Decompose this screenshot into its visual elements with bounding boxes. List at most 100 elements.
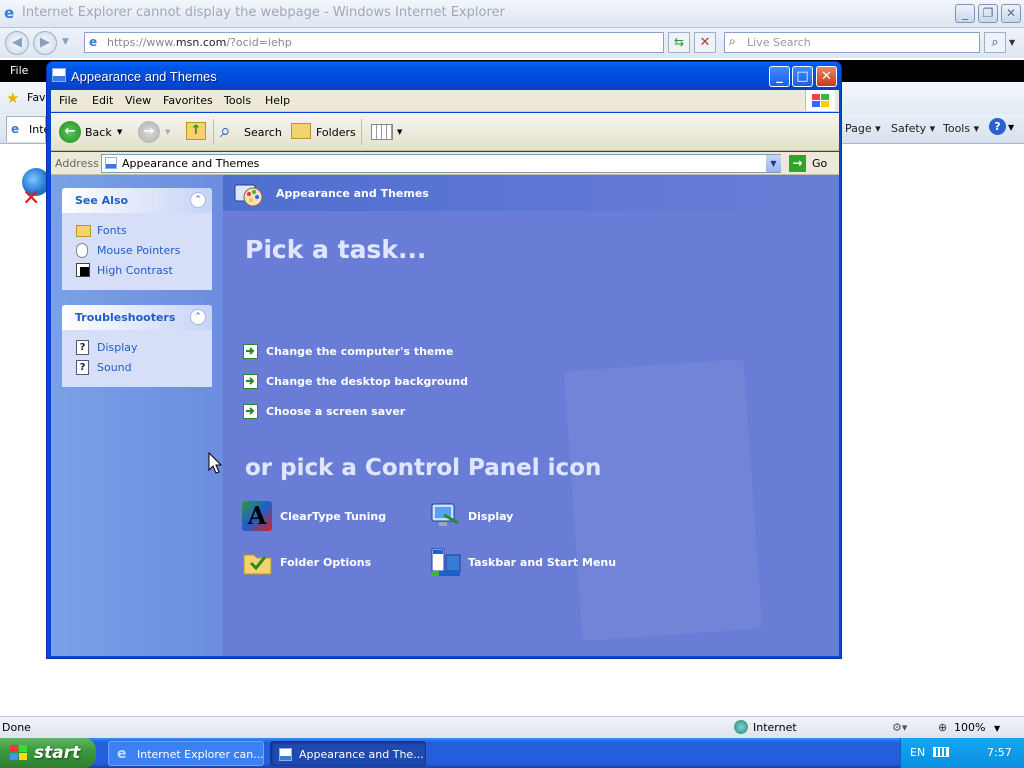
troubleshooter-display[interactable]: ? Display — [62, 338, 212, 358]
ie-menu-file[interactable]: File — [10, 64, 28, 77]
forward-dropdown-icon[interactable]: ▼ — [165, 128, 170, 136]
fonts-folder-icon — [76, 225, 91, 237]
troubleshooters-panel: Troubleshooters ⌃ ? Display ? Sound — [62, 305, 212, 387]
url-prefix: https://www. — [107, 36, 176, 49]
views-dropdown-icon[interactable]: ▼ — [397, 128, 402, 136]
help-question-icon: ? — [76, 340, 89, 355]
control-panel-icon — [105, 157, 117, 169]
back-button[interactable]: Back — [85, 126, 112, 139]
see-also-fonts[interactable]: Fonts — [62, 221, 212, 241]
collapse-chevron-icon[interactable]: ⌃ — [190, 192, 206, 208]
help-question-icon: ? — [76, 360, 89, 375]
address-dropdown-icon[interactable]: ▼ — [766, 155, 781, 172]
ie-search-button[interactable]: ⌕ — [984, 32, 1006, 53]
language-indicator[interactable]: EN — [910, 746, 925, 759]
ie-history-dropdown-icon[interactable]: ▼ — [62, 37, 69, 47]
url-host: msn.com — [175, 36, 227, 49]
menu-favorites[interactable]: Favorites — [163, 94, 213, 107]
task-label: Change the desktop background — [266, 375, 468, 388]
ie-page-menu[interactable]: Page ▾ — [845, 122, 881, 135]
cleartype-tuning-item[interactable]: A ClearType Tuning — [242, 501, 402, 535]
address-input[interactable]: Appearance and Themes ▼ — [101, 154, 781, 173]
ie-close-button[interactable]: ✕ — [1001, 4, 1021, 23]
menu-file[interactable]: File — [59, 94, 77, 107]
up-folder-icon[interactable]: ↑ — [186, 122, 206, 140]
folder-options-item[interactable]: Folder Options — [242, 547, 402, 581]
pick-icon-heading: or pick a Control Panel icon — [245, 455, 602, 481]
menu-tools[interactable]: Tools — [224, 94, 251, 107]
taskbar-item-ie[interactable]: e Internet Explorer can... — [108, 741, 264, 766]
display-item[interactable]: Display — [430, 501, 550, 535]
status-zoom[interactable]: 100% — [954, 721, 985, 734]
help-dropdown-icon[interactable]: ▼ — [1008, 123, 1014, 132]
window-menubar: File Edit View Favorites Tools Help — [51, 90, 839, 112]
help-icon[interactable]: ? — [989, 118, 1006, 135]
ie-back-button[interactable]: ◀ — [5, 31, 29, 55]
cp-icon-label: Display — [468, 510, 514, 523]
high-contrast-icon — [76, 263, 90, 277]
display-icon — [430, 501, 462, 531]
taskbar-item-appearance[interactable]: Appearance and The... — [270, 741, 426, 766]
search-magnifier-icon[interactable]: ⌕ — [220, 120, 242, 142]
control-panel-icon — [279, 748, 292, 761]
search-options-icon[interactable]: ▼ — [1009, 38, 1015, 47]
ie-minimize-button[interactable]: _ — [955, 4, 975, 23]
folders-button[interactable]: Folders — [316, 126, 356, 139]
protected-mode-icon[interactable]: ⚙▾ — [892, 721, 907, 734]
menu-edit[interactable]: Edit — [92, 94, 113, 107]
ie-tools-menu[interactable]: Tools ▾ — [943, 122, 979, 135]
task-screen-saver[interactable]: Choose a screen saver — [243, 404, 405, 422]
task-change-background[interactable]: Change the desktop background — [243, 374, 468, 392]
ie-address-input[interactable]: e https://www.msn.com/?ocid=iehp — [84, 32, 664, 53]
windows-logo-icon — [805, 90, 835, 111]
search-button[interactable]: Search — [244, 126, 282, 139]
folders-icon[interactable] — [291, 123, 311, 139]
troubleshooter-sound[interactable]: ? Sound — [62, 358, 212, 378]
task-change-theme[interactable]: Change the computer's theme — [243, 344, 453, 362]
keyboard-icon[interactable] — [933, 747, 949, 757]
minimize-button[interactable]: _ — [769, 66, 790, 87]
menu-help[interactable]: Help — [265, 94, 290, 107]
zoom-dropdown-icon[interactable]: ▼ — [994, 724, 1000, 733]
appearance-themes-icon — [233, 181, 265, 209]
taskbar-start-menu-item[interactable]: Taskbar and Start Menu — [430, 547, 630, 581]
menu-view[interactable]: View — [125, 94, 151, 107]
error-x-icon: ✕ — [22, 186, 41, 211]
go-arrow-icon[interactable]: → — [789, 155, 806, 172]
maximize-button[interactable]: □ — [792, 66, 813, 87]
see-also-mouse-pointers[interactable]: Mouse Pointers — [62, 241, 212, 261]
ie-restore-button[interactable]: ❐ — [978, 4, 998, 23]
go-button[interactable]: Go — [812, 157, 827, 170]
ie-forward-button[interactable]: ▶ — [33, 31, 57, 55]
views-icon[interactable] — [371, 124, 393, 140]
ie-favorites-label[interactable]: Fav — [27, 91, 46, 104]
ie-search-input[interactable]: ⌕ Live Search — [724, 32, 980, 53]
ie-logo-icon: e — [117, 746, 127, 762]
see-also-title: See Also — [75, 194, 129, 207]
ie-safety-menu[interactable]: Safety ▾ — [891, 122, 935, 135]
star-icon[interactable]: ★ — [6, 89, 19, 107]
taskbar-start-menu-icon — [430, 547, 462, 577]
ie-refresh-button[interactable]: ⇆ — [668, 32, 690, 53]
back-arrow-icon[interactable]: ← — [59, 121, 81, 143]
window-titlebar[interactable]: Appearance and Themes _ □ ✕ — [47, 62, 841, 90]
troubleshooters-header[interactable]: Troubleshooters ⌃ — [62, 305, 212, 330]
ie-tab[interactable]: e Inte — [6, 116, 50, 142]
see-also-high-contrast[interactable]: High Contrast — [62, 261, 212, 281]
back-dropdown-icon[interactable]: ▼ — [117, 128, 122, 136]
see-also-header[interactable]: See Also ⌃ — [62, 188, 212, 213]
see-also-label: Fonts — [97, 224, 127, 237]
clock[interactable]: 7:57 — [987, 746, 1012, 759]
control-panel-icon — [52, 68, 66, 82]
troubleshooters-title: Troubleshooters — [75, 311, 176, 324]
green-arrow-icon — [243, 404, 258, 419]
close-button[interactable]: ✕ — [816, 66, 837, 87]
start-button[interactable]: start — [0, 738, 96, 768]
window-title: Appearance and Themes — [71, 69, 217, 84]
collapse-chevron-icon[interactable]: ⌃ — [190, 309, 206, 325]
forward-arrow-icon[interactable]: → — [138, 121, 160, 143]
address-value: Appearance and Themes — [122, 157, 260, 170]
ie-stop-button[interactable]: ✕ — [694, 32, 716, 53]
ie-url-text: https://www.msn.com/?ocid=iehp — [107, 36, 292, 49]
pick-task-heading: Pick a task... — [245, 235, 427, 264]
